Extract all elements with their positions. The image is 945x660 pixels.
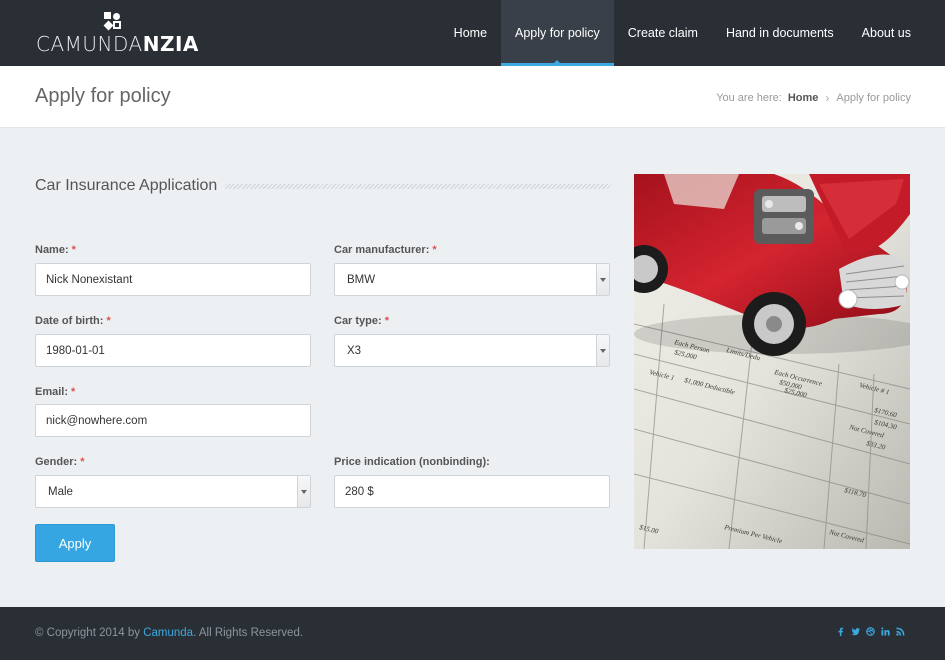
- rss-icon[interactable]: [896, 627, 905, 636]
- email-input[interactable]: nick@nowhere.com: [35, 404, 311, 437]
- nav-apply-for-policy[interactable]: Apply for policy: [501, 0, 614, 66]
- nav-create-claim[interactable]: Create claim: [614, 0, 712, 66]
- linkedin-icon[interactable]: [881, 627, 890, 636]
- chevron-down-icon[interactable]: [596, 335, 609, 366]
- cartype-select[interactable]: X3: [334, 334, 610, 367]
- price-input[interactable]: 280 $: [334, 475, 610, 508]
- cartype-label: Car type: *: [334, 315, 389, 327]
- social-links: [836, 627, 905, 636]
- breadcrumb-separator: ›: [825, 91, 830, 105]
- name-input[interactable]: Nick Nonexistant: [35, 263, 311, 296]
- engine: [754, 189, 814, 244]
- birth-label: Date of birth: *: [35, 315, 111, 327]
- required-mark: *: [432, 244, 437, 256]
- logo-text: CAMUNDANZIA: [36, 32, 199, 56]
- twitter-icon[interactable]: [851, 627, 860, 636]
- nav-home[interactable]: Home: [440, 0, 501, 66]
- gender-select[interactable]: Male: [35, 475, 311, 508]
- facebook-icon[interactable]: [836, 627, 845, 636]
- name-label: Name: *: [35, 244, 76, 256]
- copyright-text: © Copyright 2014 by Camunda. All Rights …: [35, 627, 304, 639]
- birth-input[interactable]: 1980-01-01: [35, 334, 311, 367]
- price-label: Price indication (nonbinding):: [334, 456, 490, 468]
- breadcrumb: You are here: Home › Apply for policy: [716, 91, 911, 105]
- chevron-down-icon[interactable]: [596, 264, 609, 295]
- top-header: CAMUNDANZIA Home Apply for policy Create…: [0, 0, 945, 66]
- main-nav: Home Apply for policy Create claim Hand …: [440, 0, 925, 66]
- gender-label: Gender: *: [35, 456, 85, 468]
- camundanzia-logo[interactable]: CAMUNDANZIA: [36, 12, 199, 56]
- required-mark: *: [384, 315, 389, 327]
- section-title: Car Insurance Application: [35, 177, 218, 194]
- required-mark: *: [71, 386, 76, 398]
- section-divider: [225, 183, 611, 189]
- dribbble-icon[interactable]: [866, 627, 875, 636]
- required-mark: *: [71, 244, 76, 256]
- section-heading: Car Insurance Application: [35, 175, 611, 197]
- apply-button[interactable]: Apply: [35, 524, 115, 562]
- breadcrumb-current: Apply for policy: [836, 92, 911, 104]
- manufacturer-select[interactable]: BMW: [334, 263, 610, 296]
- car-insurance-photo: Each Person Limits/Dedu $25,000 Each Occ…: [634, 174, 910, 549]
- email-label: Email: *: [35, 386, 76, 398]
- logo-mark-icon: [103, 12, 122, 31]
- breadcrumb-home-link[interactable]: Home: [788, 92, 819, 104]
- page-title: Apply for policy: [35, 85, 171, 107]
- breadcrumb-prefix: You are here:: [716, 92, 782, 104]
- nav-about-us[interactable]: About us: [848, 0, 925, 66]
- chevron-down-icon[interactable]: [297, 476, 310, 507]
- title-bar: Apply for policy You are here: Home › Ap…: [0, 66, 945, 128]
- nav-hand-in-documents[interactable]: Hand in documents: [712, 0, 848, 66]
- required-mark: *: [106, 315, 111, 327]
- camunda-link[interactable]: Camunda: [143, 627, 193, 639]
- page-footer: © Copyright 2014 by Camunda. All Rights …: [0, 607, 945, 660]
- car-photo-illustration: Each Person Limits/Dedu $25,000 Each Occ…: [634, 174, 910, 549]
- manufacturer-label: Car manufacturer: *: [334, 244, 437, 256]
- required-mark: *: [80, 456, 85, 468]
